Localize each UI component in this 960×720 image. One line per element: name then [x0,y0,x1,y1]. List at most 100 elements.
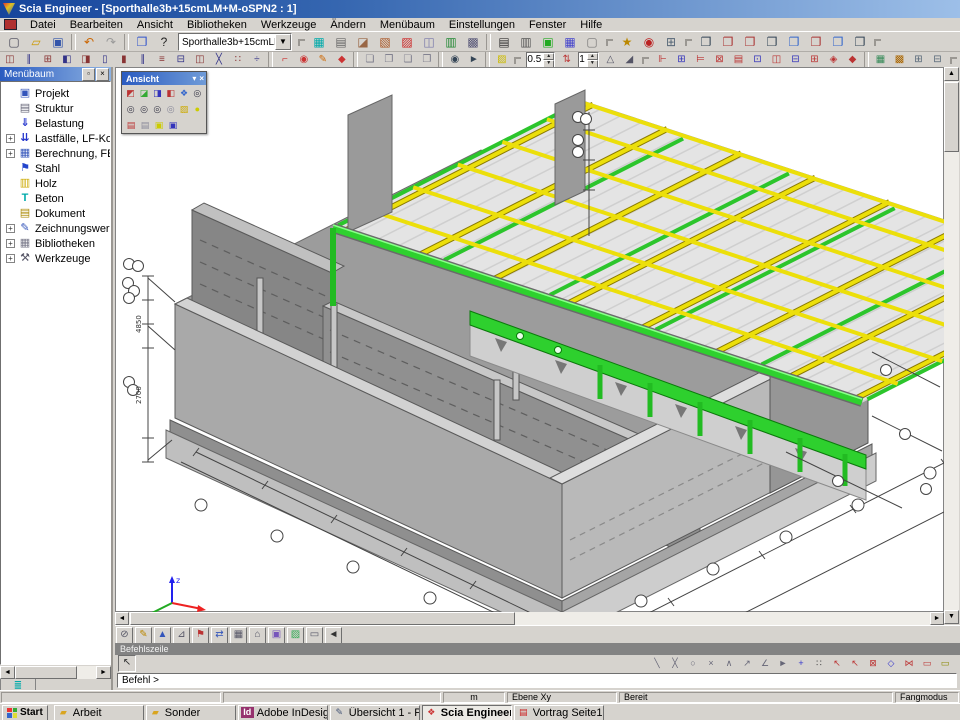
texture-icon[interactable]: ▨ [287,627,304,644]
separator[interactable] [124,34,129,50]
taskbar-button[interactable]: ▰ Arbeit [54,705,144,720]
undo-icon[interactable]: ↶ [79,33,99,52]
member-tool-icon[interactable]: ∷ [229,52,246,68]
load-case-icon[interactable]: ▤ [730,52,747,68]
new-document-icon[interactable]: ▢ [4,33,24,52]
tree-item[interactable]: ▤ Dokument [1,206,110,221]
expand-icon[interactable] [6,209,15,218]
scroll-thumb[interactable] [130,612,515,625]
member-tool-icon[interactable]: ⊟ [172,52,189,68]
plane-indicator[interactable]: Ebene Xy [507,692,617,703]
menu-item[interactable]: Fenster [522,19,573,31]
pin-icon[interactable]: ▫ [82,68,95,81]
cursor-icon[interactable]: ↖ [118,655,136,672]
expand-icon[interactable]: + [6,254,15,263]
member-tool-icon[interactable]: ▮ [115,52,132,68]
screenshot-icon[interactable]: ▣ [538,33,558,52]
window-layout-icon[interactable]: ❐ [740,33,760,52]
viewport-vscrollbar[interactable]: ▲ ▼ [944,67,959,624]
load-tool-icon[interactable]: ⌐ [276,52,293,68]
endpoint-snap-icon[interactable]: ↖ [829,656,845,671]
separator[interactable] [514,57,521,64]
result-icon[interactable]: ⊟ [929,52,946,68]
separator[interactable] [486,34,491,50]
page-setup-icon[interactable]: ▢ [582,33,602,52]
menu-item[interactable]: Werkzeuge [254,19,323,31]
expand-icon[interactable] [6,89,15,98]
panel-icon[interactable]: ▭ [306,627,323,644]
expand-icon[interactable] [6,194,15,203]
clipping-box-icon[interactable]: ▨ [177,102,190,116]
gallery-icon[interactable]: ◪ [353,33,373,52]
ortho-snap-icon[interactable]: ◇ [883,656,899,671]
snap-cross-icon[interactable]: ╳ [667,656,683,671]
menu-item[interactable]: Bearbeiten [63,19,130,31]
member-tool-icon[interactable]: ▯ [96,52,113,68]
viewport-hscrollbar[interactable]: ◄ ► [115,612,944,625]
load-case-icon[interactable]: ⊞ [806,52,823,68]
tree-item[interactable]: + ⇊ Lastfälle, LF-Kombination [1,131,110,146]
member-tool-icon[interactable]: ╳ [210,52,227,68]
scroll-thumb[interactable] [15,666,77,679]
tree-item[interactable]: + ▦ Berechnung, FE-Netz [1,146,110,161]
snap-corner-icon[interactable]: ∠ [757,656,773,671]
mesh-icon[interactable]: ⊞ [661,33,681,52]
separator[interactable] [685,39,692,46]
panel-hscrollbar[interactable]: ◄ ► [0,666,111,679]
unit-indicator[interactable]: m [443,692,505,703]
plane-snap-icon[interactable]: ▭ [919,656,935,671]
selection-mode-icon[interactable]: △ [602,52,619,68]
snap-vector-icon[interactable]: ► [775,656,791,671]
selection-mode-icon[interactable]: ◢ [621,52,638,68]
snap-mode-indicator[interactable]: Fangmodus [895,692,959,703]
image-icon[interactable]: ▨ [397,33,417,52]
menu-item[interactable]: Ansicht [130,19,180,31]
scale-spinner[interactable]: 0.5 ▲▼ [526,52,555,69]
ansicht-header[interactable]: Ansicht ▾ × [122,72,206,85]
taskbar-button[interactable]: ✎ Übersicht 1 - Paint [330,705,420,720]
picture-gallery-icon[interactable]: ▧ [375,33,395,52]
expand-icon[interactable] [6,164,15,173]
intersection-snap-icon[interactable]: ⊠ [865,656,881,671]
window-layout-icon[interactable]: ❐ [850,33,870,52]
expand-icon[interactable]: + [6,224,15,233]
member-tool-icon[interactable]: ÷ [248,52,265,68]
load-tool-icon[interactable]: ◆ [333,52,350,68]
view-z-icon[interactable]: ◨ [151,86,164,100]
redo-icon[interactable]: ↷ [101,33,121,52]
snap-direction-icon[interactable]: ↗ [739,656,755,671]
expand-icon[interactable]: + [6,149,15,158]
member-tool-icon[interactable]: ≡ [153,52,170,68]
clipboard-icon[interactable]: ❏ [399,52,416,68]
window-layout-icon[interactable]: ❐ [718,33,738,52]
scroll-right-icon[interactable]: ► [930,612,944,625]
snap-circle-icon[interactable]: ○ [685,656,701,671]
expand-icon[interactable] [6,119,15,128]
taskbar-button[interactable]: ▤ Vortrag Seite1.pdf ... [514,705,604,720]
zoom-out-icon[interactable]: ◎ [137,102,150,116]
window-layout-icon[interactable]: ❐ [696,33,716,52]
fly-mode-icon[interactable]: ► [465,52,482,68]
shading-icon[interactable]: ▣ [268,627,285,644]
tree-item[interactable]: T Beton [1,191,110,206]
zoom-icon[interactable]: ◎ [191,86,204,100]
scroll-left-icon[interactable]: ◄ [115,612,129,625]
zoom-window-icon[interactable]: ◎ [151,102,164,116]
view-y-icon[interactable]: ◪ [137,86,150,100]
expand-icon[interactable]: + [6,239,15,248]
separator[interactable] [298,39,305,46]
separator[interactable] [485,52,490,68]
zoom-selection-icon[interactable]: ◉ [639,33,659,52]
grid-view-icon[interactable]: ▦ [230,627,247,644]
load-case-icon[interactable]: ⊩ [654,52,671,68]
open-folder-icon[interactable]: ▱ [26,33,46,52]
window-layout-icon[interactable]: ❐ [806,33,826,52]
scroll-right-icon[interactable]: ► [96,666,111,679]
taskbar-button[interactable]: ❖ Scia Engineer - [... [422,705,512,720]
scroll-up-icon[interactable]: ▲ [944,67,959,81]
spin-up-icon[interactable]: ▲ [587,53,598,61]
separator[interactable] [864,52,869,68]
separator[interactable] [353,52,358,68]
command-input[interactable]: Befehl > [117,673,957,688]
table-icon[interactable]: ▩ [463,33,483,52]
